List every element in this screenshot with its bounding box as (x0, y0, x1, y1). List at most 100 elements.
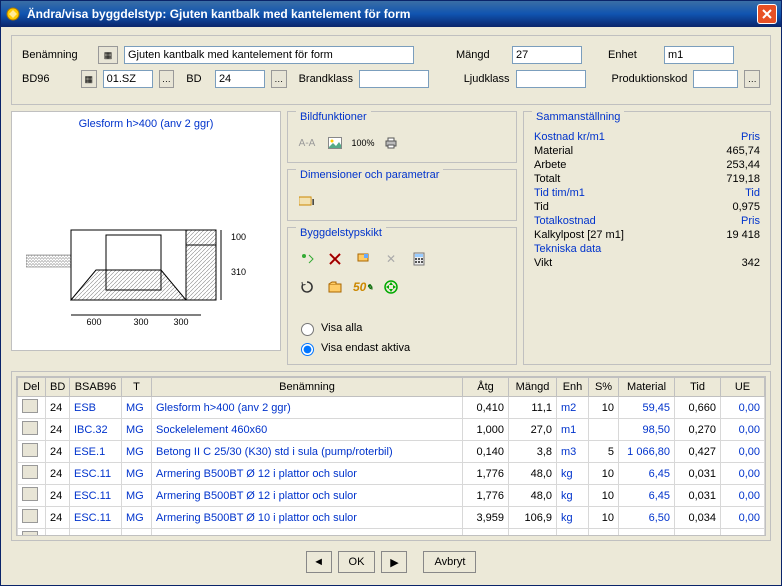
summary-value[interactable]: Tid (745, 187, 760, 199)
cell-atg: 0,140 (463, 441, 509, 463)
col-bd[interactable]: BD (46, 378, 70, 397)
ok-button[interactable]: OK (338, 551, 376, 573)
visa-alla-radio[interactable] (301, 323, 314, 336)
brandklass-input[interactable] (359, 70, 429, 88)
summary-legend: Sammanställning (532, 111, 624, 123)
table-row[interactable]: 24ESC.11MGArmering B500BT Ø 12 i plattor… (18, 485, 765, 507)
col-material[interactable]: Material (619, 378, 675, 397)
table-row[interactable]: 24ESC.11MGArmering B500BT Ø 12 i plattor… (18, 463, 765, 485)
bd96-input[interactable] (103, 70, 153, 88)
table-row[interactable]: 24ESE.1MGBetong II C 25/30 (K30) std i s… (18, 441, 765, 463)
row-del-cell[interactable] (18, 529, 46, 537)
col-ue[interactable]: UE (721, 378, 765, 397)
dialog-window: Ändra/visa byggdelstyp: Gjuten kantbalk … (0, 0, 782, 586)
cell-spct: 10 (589, 463, 619, 485)
summary-key[interactable]: Tid tim/m1 (534, 187, 585, 199)
summary-value: 719,18 (726, 173, 760, 185)
summary-value: 465,74 (726, 145, 760, 157)
visa-endast-radio[interactable] (301, 343, 314, 356)
col-tid[interactable]: Tid (675, 378, 721, 397)
close-button[interactable] (757, 4, 777, 24)
cell-atg: 0,410 (463, 397, 509, 419)
layer-fifty-icon[interactable]: 50✎ (352, 276, 374, 298)
row-del-cell[interactable] (18, 485, 46, 507)
ljudklass-input[interactable] (516, 70, 586, 88)
col-enh[interactable]: Enh (557, 378, 589, 397)
row-del-icon[interactable] (22, 443, 38, 457)
cell-ue: 0,00 (721, 485, 765, 507)
row-del-icon[interactable] (22, 531, 38, 536)
cell-material: 6,45 (619, 463, 675, 485)
image-header: Glesform h>400 (anv 2 ggr) (12, 112, 280, 136)
col-t[interactable]: T (122, 378, 152, 397)
cell-ue: 0,00 (721, 419, 765, 441)
grid-scroll[interactable]: Del BD BSAB96 T Benämning Åtg Mängd Enh … (16, 376, 766, 536)
layer-flag-icon[interactable] (352, 248, 374, 270)
cell-bd: 24 (46, 485, 70, 507)
next-button[interactable]: ▶ (381, 551, 407, 573)
cell-spct: 10 (589, 485, 619, 507)
summary-key[interactable]: Tekniska data (534, 243, 601, 255)
summary-value: 253,44 (726, 159, 760, 171)
picture-icon[interactable] (324, 132, 346, 154)
enhet-input[interactable] (664, 46, 734, 64)
col-del[interactable]: Del (18, 378, 46, 397)
summary-value[interactable]: Pris (741, 131, 760, 143)
row-del-icon[interactable] (22, 465, 38, 479)
row-del-icon[interactable] (22, 399, 38, 413)
bd-ellipsis[interactable]: … (271, 70, 287, 88)
cancel-button[interactable]: Avbryt (423, 551, 476, 573)
mangd-input[interactable] (512, 46, 582, 64)
cell-benamning: Betong II C 25/30 (K30) std i sula (pump… (152, 441, 463, 463)
calculator-icon[interactable] (408, 248, 430, 270)
summary-value[interactable]: Pris (741, 215, 760, 227)
col-spct[interactable]: S% (589, 378, 619, 397)
row-del-cell[interactable] (18, 507, 46, 529)
benamning-input[interactable] (124, 46, 414, 64)
print-icon[interactable] (380, 132, 402, 154)
bd96-ellipsis[interactable]: … (159, 70, 175, 88)
cell-t: MG (122, 463, 152, 485)
benamning-picker[interactable]: ▦ (98, 46, 118, 64)
row-del-icon[interactable] (22, 487, 38, 501)
table-row[interactable]: 24ESBMGGlesform h>400 (anv 2 ggr)0,41011… (18, 397, 765, 419)
cell-mangd: 48,0 (509, 463, 557, 485)
zoom-100-button[interactable]: 100% (352, 132, 374, 154)
row-del-cell[interactable] (18, 463, 46, 485)
brandklass-label: Brandklass (299, 73, 353, 85)
refresh-icon[interactable] (296, 276, 318, 298)
col-benamning[interactable]: Benämning (152, 378, 463, 397)
table-row[interactable]: 24IBMGIsolering Extr.(XPS)skiva tj=70, 9… (18, 529, 765, 537)
cell-tid: 0,031 (675, 463, 721, 485)
summary-row: Vikt342 (534, 256, 760, 270)
summary-key[interactable]: Totalkostnad (534, 215, 596, 227)
table-row[interactable]: 24ESC.11MGArmering B500BT Ø 10 i plattor… (18, 507, 765, 529)
col-mangd[interactable]: Mängd (509, 378, 557, 397)
visa-alla-label: Visa alla (321, 322, 362, 334)
cell-bsab: IBC.32 (70, 419, 122, 441)
row-del-cell[interactable] (18, 419, 46, 441)
cell-enh: kg (557, 507, 589, 529)
bd96-label: BD96 (22, 73, 75, 85)
row-del-icon[interactable] (22, 421, 38, 435)
prev-button[interactable]: ◄ (306, 551, 332, 573)
recycle-icon[interactable] (380, 276, 402, 298)
col-bsab[interactable]: BSAB96 (70, 378, 122, 397)
table-row[interactable]: 24IBC.32MGSockelelement 460x601,00027,0m… (18, 419, 765, 441)
bd96-picker[interactable]: ▦ (81, 70, 97, 88)
row-del-cell[interactable] (18, 441, 46, 463)
prodkod-input[interactable] (693, 70, 738, 88)
row-del-icon[interactable] (22, 509, 38, 523)
summary-row: Totalt719,18 (534, 172, 760, 186)
row-del-cell[interactable] (18, 397, 46, 419)
delete-layer-icon[interactable] (324, 248, 346, 270)
col-atg[interactable]: Åtg (463, 378, 509, 397)
cell-bd: 24 (46, 397, 70, 419)
add-layer-icon[interactable] (296, 248, 318, 270)
prodkod-ellipsis[interactable]: … (744, 70, 760, 88)
bd-input[interactable] (215, 70, 265, 88)
summary-key[interactable]: Kostnad kr/m1 (534, 131, 605, 143)
section-aa-button[interactable]: A-A (296, 132, 318, 154)
dimensions-tool-icon[interactable]: I (296, 190, 318, 212)
layer-open-icon[interactable] (324, 276, 346, 298)
